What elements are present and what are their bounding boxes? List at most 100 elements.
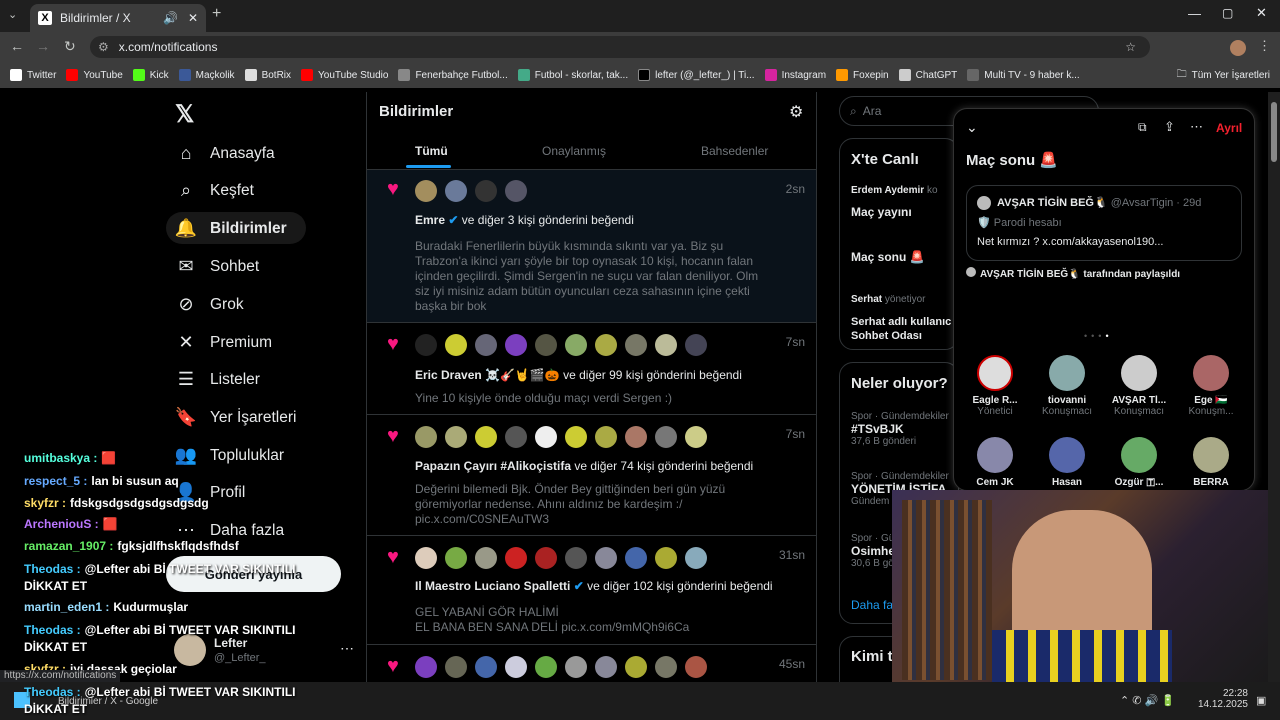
live-space-title[interactable]: Maç sonu 🚨: [851, 250, 925, 264]
nav-home[interactable]: ⌂ Anasayfa: [174, 143, 275, 164]
show-more-link[interactable]: Daha fa: [851, 598, 893, 612]
tab-verified[interactable]: Onaylanmış: [542, 144, 606, 158]
pinned-post[interactable]: AVŞAR TİGİN BEĞ🐧 @AvsarTigin · 29d 🛡️ Pa…: [966, 185, 1242, 261]
forward-icon[interactable]: →: [36, 38, 50, 54]
notification-title: Emre ✔ ve diğer 3 kişi gönderini beğendi: [415, 213, 634, 227]
page-icon: [967, 69, 980, 81]
bookmark-youtube-studio[interactable]: YouTube Studio: [301, 69, 388, 81]
notification-text: Buradaki Fenerlilerin büyük kısmında sık…: [415, 239, 759, 313]
participant[interactable]: Hasan: [1034, 437, 1100, 488]
kick-icon: [132, 69, 145, 81]
notification-item[interactable]: ♥ 2sn Emre ✔ ve diğer 3 kişi gönderini b…: [367, 170, 816, 323]
nav-grok[interactable]: ⊘ Grok: [174, 294, 243, 315]
close-tab-icon[interactable]: ✕: [188, 11, 198, 25]
nav-premium[interactable]: ✕ Premium: [174, 332, 272, 353]
nav-bookmarks[interactable]: 🔖 Yer İşaretleri: [174, 407, 297, 428]
share-icon[interactable]: ⇪: [1164, 119, 1175, 135]
participant[interactable]: BERRA: [1178, 437, 1244, 488]
settings-icon[interactable]: ⚙: [789, 102, 803, 122]
heart-icon: ♥: [387, 178, 399, 200]
tab-mentions[interactable]: Bahsedenler: [701, 144, 768, 158]
bookmark-mackolik[interactable]: Maçkolik: [178, 69, 235, 81]
x-logo-icon[interactable]: 𝕏: [175, 100, 194, 129]
trend-item[interactable]: Spor · Gündemdekiler #TSvBJK 37,6 B gönder…: [851, 411, 961, 447]
bookmark-tiktok[interactable]: lefter (@_lefter_) | Ti...: [638, 69, 755, 81]
scrollbar[interactable]: [1268, 92, 1280, 682]
page-icon: [398, 69, 411, 81]
tab-indicator: [406, 165, 451, 168]
foxepin-icon: [836, 69, 849, 81]
clock[interactable]: 22:28 14.12.2025: [1196, 688, 1248, 710]
profile-avatar[interactable]: [1230, 40, 1246, 56]
notification-item[interactable]: ♥ 7sn Eric Draven ☠️🎸🤘🎬🎃 ve diğer 99 kiş…: [367, 323, 816, 415]
back-icon[interactable]: ←: [10, 38, 24, 54]
minimize-window-icon[interactable]: ⧉: [1138, 120, 1147, 135]
menu-icon[interactable]: ⋮: [1258, 38, 1271, 54]
reload-icon[interactable]: ↻: [64, 38, 76, 55]
notification-text: Yine 10 kişiyle önde olduğu maçı verdi S…: [415, 391, 673, 405]
liker-avatars: [415, 656, 715, 678]
notification-center-icon[interactable]: ▣: [1256, 694, 1266, 707]
youtube-icon: [66, 69, 79, 81]
bookmark-foxepin[interactable]: Foxepin: [836, 69, 889, 81]
live-space-title[interactable]: Serhat adlı kullanıc Sohbet Odası: [851, 315, 959, 343]
notifications-column: Bildirimler ⚙ Tümü Onaylanmış Bahsedenle…: [366, 92, 817, 682]
nav-communities[interactable]: 👥 Topluluklar: [174, 445, 284, 466]
bookmark-multitv[interactable]: Multi TV - 9 haber k...: [967, 69, 1080, 81]
participant[interactable]: Cem JK: [962, 437, 1028, 488]
list-icon: ☰: [177, 369, 195, 389]
nav-explore[interactable]: ⌕ Keşfet: [174, 180, 254, 201]
nav-lists[interactable]: ☰ Listeler: [174, 369, 260, 390]
browser-tab[interactable]: X Bildirimler / X 🔊 ✕: [30, 4, 206, 32]
bookmark-kick[interactable]: Kick: [132, 69, 169, 81]
tiktok-icon: [638, 69, 651, 81]
address-bar[interactable]: ⚙ x.com/notifications ☆: [90, 36, 1150, 58]
close-window-button[interactable]: ✕: [1256, 5, 1267, 21]
more-icon[interactable]: ⋯: [1190, 119, 1203, 135]
more-circle-icon: ⋯: [177, 520, 195, 540]
bookmark-futbol[interactable]: Futbol - skorlar, tak...: [517, 69, 628, 81]
notification-item[interactable]: ♥ 7sn Papazın Çayırı #Alikoçistifa ve di…: [367, 415, 816, 536]
bookmark-botrix[interactable]: BotRix: [244, 69, 291, 81]
minimize-button[interactable]: —: [1188, 6, 1201, 21]
nav-chat[interactable]: ✉ Sohbet: [174, 256, 259, 277]
site-info-icon[interactable]: ⚙: [98, 40, 109, 54]
maximize-button[interactable]: ▢: [1222, 6, 1233, 20]
spaces-dock: ⌄ ⧉ ⇪ ⋯ Ayrıl Maç sonu 🚨 AVŞAR TİGİN BEĞ…: [953, 108, 1255, 491]
space-title: Maç sonu 🚨: [966, 152, 1059, 169]
notification-title: Il Maestro Luciano Spalletti ✔ ve diğer …: [415, 579, 773, 593]
tab-title: Bildirimler / X: [60, 11, 131, 25]
participant[interactable]: Ege 🇵🇸 Konuşm...: [1178, 355, 1244, 417]
participant[interactable]: Özgür 🇹...: [1106, 437, 1172, 488]
tab-all[interactable]: Tümü: [415, 144, 448, 158]
bookmark-twitter[interactable]: Twitter: [10, 69, 56, 81]
search-icon: ⌕: [180, 180, 192, 200]
mackolik-icon: [178, 69, 191, 81]
collapse-icon[interactable]: ⌄: [966, 119, 978, 136]
live-space-title[interactable]: Maç yayını: [851, 205, 912, 219]
liker-avatars: [415, 547, 715, 569]
bookmark-youtube[interactable]: YouTube: [66, 69, 123, 81]
notification-item[interactable]: ♥ 31sn Il Maestro Luciano Spalletti ✔ ve…: [367, 536, 816, 645]
speaker-icon[interactable]: 🔊: [163, 11, 178, 25]
leave-button[interactable]: Ayrıl: [1216, 121, 1242, 135]
system-tray[interactable]: ⌃ ✆ 🔊 🔋: [1120, 694, 1175, 707]
tab-search-icon[interactable]: ⌄: [8, 8, 17, 21]
participant[interactable]: tiovanni Konuşmacı: [1034, 355, 1100, 417]
bookmark-fenerbahce[interactable]: Fenerbahçe Futbol...: [398, 69, 508, 81]
notification-item[interactable]: ♥ 45sn: [367, 645, 816, 682]
liker-avatars: [415, 426, 715, 448]
chat-message: ArcheniouS : 🟥: [24, 517, 118, 531]
chat-message: umitbaskya : 🟥: [24, 451, 117, 465]
nav-notifications[interactable]: 🔔 Bildirimler: [174, 218, 287, 239]
participant[interactable]: AVŞAR Tİ... Konuşmacı: [1106, 355, 1172, 417]
all-bookmarks[interactable]: 🗀 Tüm Yer İşaretleri: [1177, 67, 1270, 84]
avatar: [415, 180, 437, 202]
bookmark-instagram[interactable]: Instagram: [764, 69, 826, 81]
new-tab-button[interactable]: +: [212, 5, 221, 23]
bookmark-star-icon[interactable]: ☆: [1125, 40, 1136, 54]
notification-text: Değerini bilemedi Bjk. Önder Bey gittiği…: [415, 482, 726, 526]
nav-more[interactable]: ⋯ Daha fazla: [174, 520, 284, 541]
bookmark-chatgpt[interactable]: ChatGPT: [898, 69, 957, 81]
participant[interactable]: Eagle R... Yönetici: [962, 355, 1028, 417]
